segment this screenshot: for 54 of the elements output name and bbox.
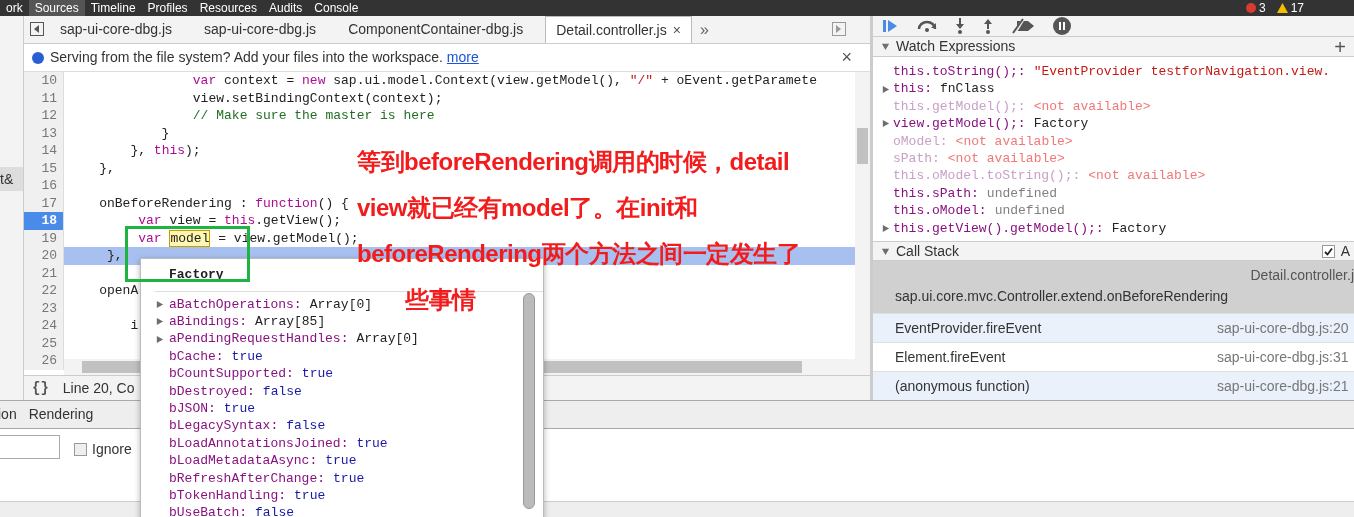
code-line: }, [98, 159, 115, 177]
navigator-text: t& [0, 167, 23, 191]
watch-value: Factory [1110, 219, 1167, 238]
watch-value: fnClass [939, 80, 995, 98]
section-title: Watch Expressions [896, 37, 1016, 56]
code-line: // Make sure the master is here [191, 107, 435, 125]
code-line: openA [98, 282, 139, 300]
watch-value: "EventProvider testforNavigation.view. [1032, 63, 1331, 81]
annotation-text: view就已经有model了。在init和 [357, 195, 699, 221]
property-value: Array[85] [254, 312, 326, 331]
cursor-position: Line 20, Co [62, 378, 135, 398]
frame-function: Element.fireEvent [895, 347, 1007, 367]
code-line: i [129, 317, 139, 335]
code-line: view.setBindingContext(context); [191, 89, 443, 107]
code-line: } [160, 124, 170, 142]
code-line: onBeforeRendering : function() { [98, 194, 349, 212]
property-value: true [332, 469, 365, 487]
property-value: true [230, 347, 263, 366]
warning-count: 17 [1290, 1, 1304, 15]
annotation-text: beforeRendering两个方法之间一定发生了 [357, 241, 801, 267]
frame-location: Detail.controller.j [1250, 266, 1354, 285]
checkbox-label: Ignore [92, 440, 132, 459]
property-value: false [261, 382, 302, 400]
error-count: 3 [1258, 1, 1266, 15]
frame-function: sap.ui.core.mvc.Controller.extend.onBeforeRendering [895, 287, 1230, 306]
watch-value: <not available> [1032, 97, 1151, 116]
code-line: var context = new sap.ui.model.Context(view.getModel(), "/" + oEvent.getParamete [191, 72, 817, 90]
property-value: true [293, 486, 326, 505]
frame-function: (anonymous function) [895, 376, 1031, 396]
property-value: true [324, 452, 357, 470]
code-line: }, this); [129, 142, 201, 160]
code-line: }, [106, 247, 123, 265]
property-value: Array[0] [308, 295, 373, 313]
async-label: A [1340, 241, 1350, 261]
property-value: true [355, 434, 388, 453]
property-value: true [300, 365, 334, 383]
watch-value: <not available> [1087, 167, 1206, 185]
property-value: Array[0] [355, 330, 419, 348]
section-title: Call Stack [896, 241, 960, 261]
frame-location: sap-ui-core-dbg.js:31 [1217, 347, 1349, 367]
watch-value: undefined [985, 184, 1058, 203]
code-line: var view = this.getView(); [137, 212, 342, 230]
frame-location: sap-ui-core-dbg.js:21 [1217, 376, 1349, 396]
property-value: true [222, 399, 256, 418]
property-value: false [285, 417, 326, 435]
watch-value: undefined [993, 202, 1065, 220]
info-message: Serving from the file system? Add your files into the workspace. more [50, 48, 479, 67]
frame-location: sap-ui-core-dbg.js:20 [1217, 318, 1349, 338]
watch-value: Factory [1032, 115, 1089, 133]
annotation-text: 等到beforeRendering调用的时候，detail [357, 149, 791, 175]
property-value: false [254, 504, 295, 517]
frame-function: EventProvider.fireEvent [895, 318, 1043, 338]
watch-value: <not available> [954, 132, 1073, 151]
watch-value: <not available> [946, 150, 1065, 168]
